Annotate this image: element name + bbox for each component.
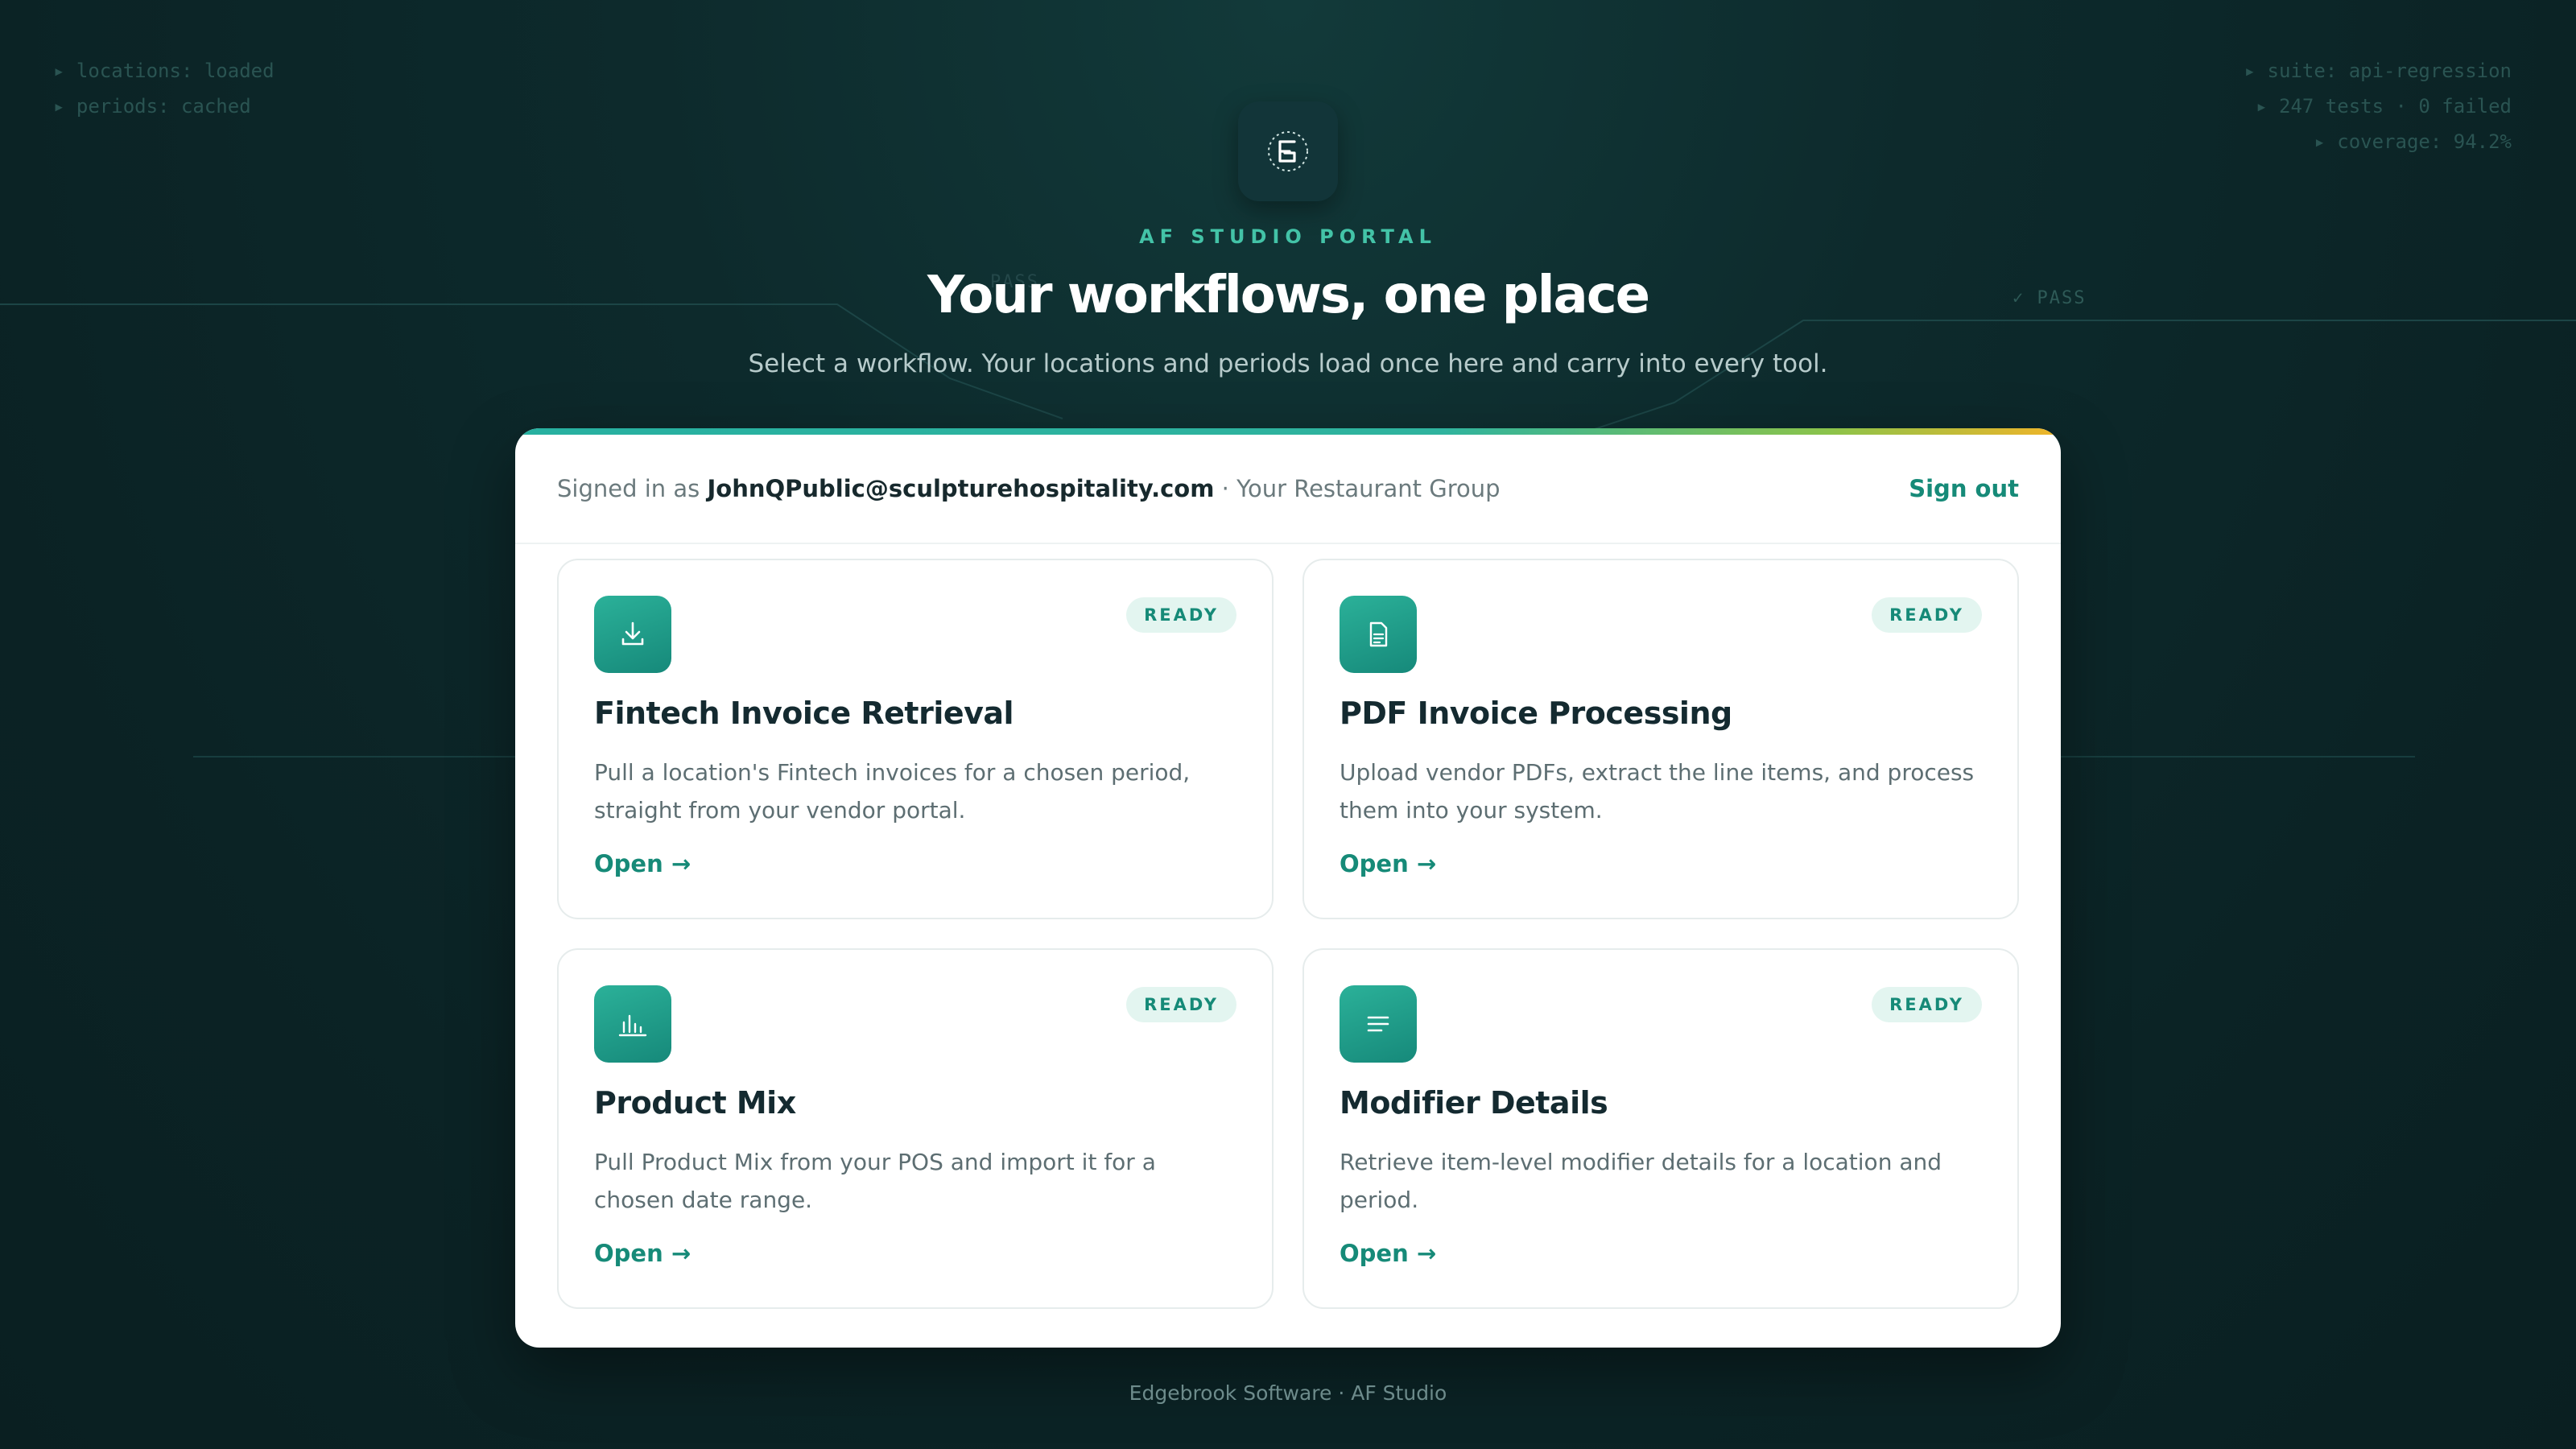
user-email: JohnQPublic@sculpturehospitality.com: [707, 475, 1215, 502]
workflow-title: Fintech Invoice Retrieval: [594, 696, 1014, 731]
workflow-description: Upload vendor PDFs, extract the line ite…: [1340, 759, 1975, 824]
workflow-title: PDF Invoice Processing: [1340, 696, 1732, 731]
document-icon: [1340, 596, 1417, 673]
workflow-description: Pull Product Mix from your POS and impor…: [594, 1149, 1156, 1213]
background-terminal-left: ▸ locations: loaded ▸ periods: cached: [53, 53, 275, 124]
background-terminal-right: ▸ suite: api-regression ▸ 247 tests · 0 f…: [2244, 53, 2512, 159]
terminal-line: ▸ coverage: 94.2%: [2314, 130, 2512, 153]
workflow-card-modifier-details[interactable]: READY Modifier Details Retrieve item-lev…: [1302, 948, 2019, 1309]
session-bar: Signed in as JohnQPublic@sculpturehospit…: [515, 435, 2061, 544]
workflow-title: Modifier Details: [1340, 1085, 1608, 1121]
terminal-line: ▸ 247 tests · 0 failed: [2256, 95, 2512, 118]
page-subtitle: Select a workflow. Your locations and pe…: [748, 349, 1828, 378]
list-icon: [1340, 985, 1417, 1063]
status-badge: READY: [1872, 987, 1982, 1022]
open-workflow-link[interactable]: Open →: [1340, 1240, 1436, 1267]
workflow-panel: Signed in as JohnQPublic@sculpturehospit…: [515, 428, 2061, 1348]
status-badge: READY: [1126, 597, 1236, 633]
portal-eyebrow: AF STUDIO PORTAL: [1139, 225, 1437, 248]
page-title: Your workflows, one place: [927, 266, 1650, 325]
signed-in-prefix: Signed in as: [557, 475, 700, 502]
workflow-card-product-mix[interactable]: READY Product Mix Pull Product Mix from …: [557, 948, 1274, 1309]
footer-credit: Edgebrook Software · AF Studio: [1129, 1381, 1447, 1405]
workflow-description: Pull a location's Fintech invoices for a…: [594, 759, 1191, 824]
status-badge: READY: [1126, 987, 1236, 1022]
open-workflow-link[interactable]: Open →: [594, 1240, 691, 1267]
open-workflow-link[interactable]: Open →: [594, 850, 691, 877]
terminal-line: ▸ suite: api-regression: [2244, 60, 2512, 82]
status-badge: READY: [1872, 597, 1982, 633]
bar-chart-icon: [594, 985, 671, 1063]
workflow-description: Retrieve item-level modifier details for…: [1340, 1149, 1942, 1213]
workflow-card-pdf-invoice-processing[interactable]: READY PDF Invoice Processing Upload vend…: [1302, 559, 2019, 919]
download-icon: [594, 596, 671, 673]
signed-in-info: Signed in as JohnQPublic@sculpturehospit…: [557, 475, 1501, 502]
af-studio-logo-icon: [1238, 101, 1338, 201]
workflow-card-fintech-invoice-retrieval[interactable]: READY Fintech Invoice Retrieval Pull a l…: [557, 559, 1274, 919]
organization-name: · Your Restaurant Group: [1221, 475, 1501, 502]
terminal-line: ▸ periods: cached: [53, 95, 251, 118]
panel-accent-bar: [515, 428, 2061, 435]
workflow-title: Product Mix: [594, 1085, 796, 1121]
open-workflow-link[interactable]: Open →: [1340, 850, 1436, 877]
sign-out-button[interactable]: Sign out: [1909, 475, 2019, 502]
terminal-line: ▸ locations: loaded: [53, 60, 275, 82]
